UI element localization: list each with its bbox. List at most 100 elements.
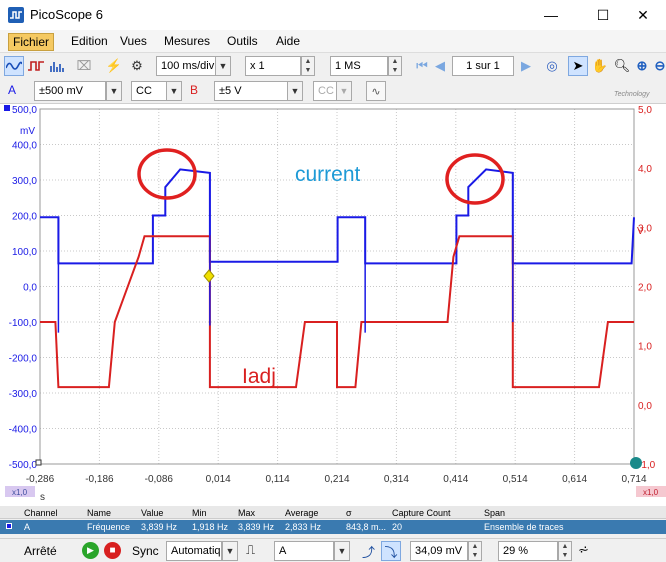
zoom-out-icon[interactable]: ⊖ <box>650 56 666 76</box>
row-channel: A <box>24 522 31 532</box>
pretrigger-input[interactable]: 29 % <box>498 541 558 561</box>
pretrigger-stepper[interactable]: ▲ ▼ <box>558 541 572 561</box>
signal-generator-icon[interactable]: ⚡ <box>104 56 124 76</box>
iadj-annotation: Iadj <box>242 365 276 388</box>
column-header[interactable]: Average <box>285 508 318 518</box>
channel-b-zoom-label: x1,0 <box>643 488 659 497</box>
falling-edge-icon[interactable]: ⤵ <box>381 541 401 561</box>
channel-b-coupling-select[interactable]: CC <box>313 81 337 101</box>
row-sigma: 843,8 m... <box>346 522 387 532</box>
trigger-mode-select[interactable]: Automatiq <box>166 541 222 561</box>
column-header[interactable]: Channel <box>24 508 58 518</box>
samples-stepper[interactable]: ▲ ▼ <box>388 56 402 76</box>
channel-a-range-select[interactable]: ±500 mV <box>34 81 106 101</box>
menu-mesures[interactable]: Mesures <box>160 33 214 51</box>
chevron-down-icon[interactable]: ▼ <box>215 56 231 76</box>
picoscope-app-icon <box>8 7 24 23</box>
next-buffer-icon[interactable]: ▶ <box>516 56 536 76</box>
row-average: 2,833 Hz <box>285 522 322 532</box>
trigger-level-input[interactable]: 34,09 mV <box>410 541 468 561</box>
persistence-mode-icon[interactable] <box>26 56 46 76</box>
measurements-table: Channel Name Value Min Max Average σ Cap… <box>0 506 666 536</box>
menu-outils[interactable]: Outils <box>223 33 262 51</box>
left-tick-label: 400,0 <box>12 141 37 152</box>
capture-toolbar: ⌧ ⚡ ⚙ 100 ms/div ▼ x 1 ▲ ▼ 1 MS ▲ ▼ ⏮ ◀ 1 … <box>0 52 666 79</box>
row-value: 3,839 Hz <box>141 522 178 532</box>
samples-input[interactable]: 1 MS <box>330 56 388 76</box>
compass-icon[interactable]: ◎ <box>542 56 562 76</box>
advanced-trigger-icon[interactable]: ⩫ <box>578 542 589 558</box>
column-header[interactable]: σ <box>346 508 352 518</box>
left-tick-label: -400,0 <box>9 425 38 436</box>
trigger-type-icon[interactable]: ⎍ <box>246 542 255 558</box>
time-tick-label: -0,186 <box>85 474 114 485</box>
right-axis-unit: V <box>637 226 644 237</box>
close-button[interactable]: ✕ <box>620 0 666 30</box>
row-min: 1,918 Hz <box>192 522 229 532</box>
column-header[interactable]: Capture Count <box>392 508 451 518</box>
title-bar: PicoScope 6 — ☐ ✕ <box>0 0 666 30</box>
left-tick-label: -100,0 <box>9 318 38 329</box>
time-tick-label: -0,286 <box>26 474 55 485</box>
right-tick-label: 5,0 <box>638 105 652 116</box>
channel-b-range-select[interactable]: ±5 V <box>214 81 288 101</box>
channel-b-label[interactable]: B <box>190 83 198 97</box>
right-tick-label: 2,0 <box>638 283 652 294</box>
first-buffer-icon[interactable]: ⏮ <box>412 56 432 76</box>
buffer-navigation-display[interactable]: 1 sur 1 <box>452 56 514 76</box>
channel-options-icon[interactable]: ∿ <box>366 81 386 101</box>
timebase-select[interactable]: 100 ms/div <box>156 56 216 76</box>
channel-a-bottom-marker[interactable] <box>35 459 42 466</box>
hand-tool-icon[interactable]: ✋ <box>590 56 610 76</box>
rising-edge-icon[interactable]: ⤴ <box>362 542 375 561</box>
chevron-down-icon[interactable]: ▼ <box>106 81 122 101</box>
channel-a-label[interactable]: A <box>8 83 16 97</box>
time-tick-label: 0,614 <box>562 474 587 485</box>
spectrum-mode-icon[interactable] <box>48 56 68 76</box>
menu-vues[interactable]: Vues <box>116 33 151 51</box>
menu-edition[interactable]: Edition <box>67 33 112 51</box>
chevron-down-icon[interactable]: ▼ <box>336 81 352 101</box>
trigger-level-stepper[interactable]: ▲ ▼ <box>468 541 482 561</box>
channel-toolbar: A ±500 mV ▼ CC ▼ B ±5 V ▼ CC ▼ ∿ Technol… <box>0 79 666 104</box>
trigger-source-select[interactable]: A <box>274 541 334 561</box>
channel-a-zoom-label: x1,0 <box>12 488 28 497</box>
scope-mode-icon[interactable] <box>4 56 24 76</box>
chevron-down-icon[interactable]: ▼ <box>287 81 303 101</box>
chevron-down-icon[interactable]: ▼ <box>222 541 238 561</box>
left-tick-label: -500,0 <box>9 460 38 471</box>
left-tick-label: -200,0 <box>9 354 38 365</box>
chevron-down-icon[interactable]: ▼ <box>334 541 350 561</box>
channel-a-top-marker[interactable] <box>4 105 10 111</box>
tools-icon[interactable]: ⚙ <box>127 56 147 76</box>
time-tick-label: 0,114 <box>265 474 290 485</box>
column-header[interactable]: Max <box>238 508 255 518</box>
stop-capture-icon[interactable]: ■ <box>104 542 121 559</box>
minimize-button[interactable]: — <box>528 0 574 30</box>
column-header[interactable]: Min <box>192 508 207 518</box>
column-header[interactable]: Value <box>141 508 163 518</box>
left-tick-label: 100,0 <box>12 247 37 258</box>
left-tick-label: 0,0 <box>23 283 37 294</box>
zoom-in-icon[interactable]: ⊕ <box>632 56 652 76</box>
status-bar: Arrêté ▶ ■ Sync Automatiq ▼ ⎍ A ▼ ⤴ ⤵ 34… <box>0 538 666 562</box>
time-tick-label: 0,514 <box>503 474 528 485</box>
menu-fichier[interactable]: Fichier <box>8 33 55 51</box>
pointer-tool-icon[interactable]: ➤ <box>568 56 588 76</box>
column-header[interactable]: Span <box>484 508 505 518</box>
left-tick-label: 200,0 <box>12 212 37 223</box>
start-capture-icon[interactable]: ▶ <box>82 542 99 559</box>
oscilloscope-view[interactable]: 500,0 400,0 300,0 200,0 100,0 0,0 -100,0 -200,0… <box>0 104 666 506</box>
zoom-tool-icon[interactable]: 🔍︎ <box>612 56 632 76</box>
chevron-down-icon[interactable]: ▼ <box>166 81 182 101</box>
row-max: 3,839 Hz <box>238 522 275 532</box>
channel-options-icon[interactable]: ⌧ <box>74 56 94 76</box>
multiplier-stepper[interactable]: ▲ ▼ <box>301 56 315 76</box>
column-header[interactable]: Name <box>87 508 111 518</box>
channel-a-coupling-select[interactable]: CC <box>131 81 169 101</box>
menu-aide[interactable]: Aide <box>272 33 304 51</box>
left-tick-label: -300,0 <box>9 389 38 400</box>
channel-b-scale-handle[interactable] <box>630 457 642 469</box>
previous-buffer-icon[interactable]: ◀ <box>430 56 450 76</box>
zoom-multiplier-input[interactable]: x 1 <box>245 56 301 76</box>
